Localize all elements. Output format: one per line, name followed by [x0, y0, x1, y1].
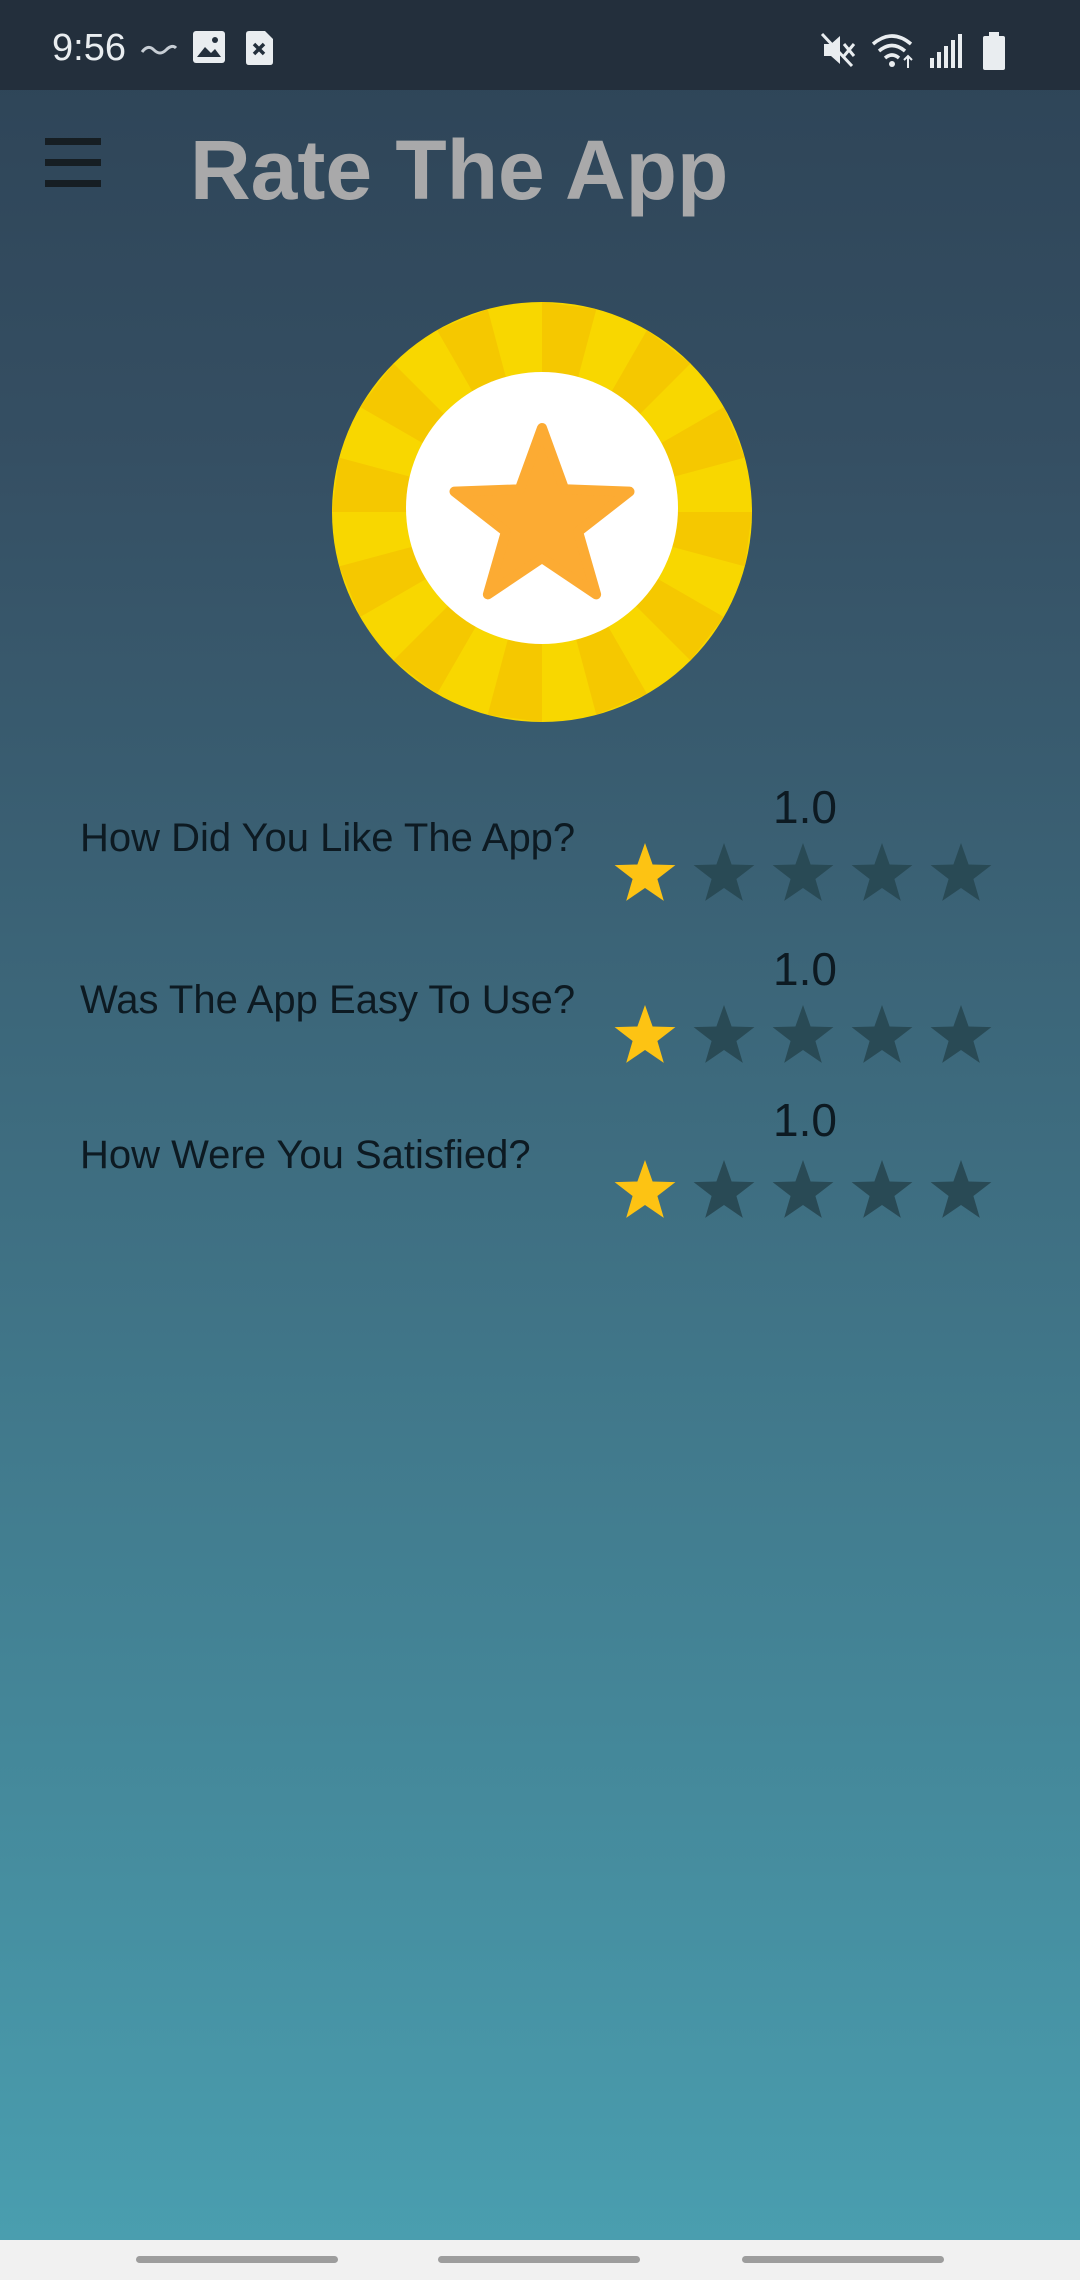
question-row-2: Was The App Easy To Use? 1.0 — [0, 930, 1080, 1080]
wave-icon — [140, 44, 178, 55]
star-rating[interactable] — [612, 840, 1002, 904]
nav-pill-center[interactable] — [438, 2256, 640, 2263]
question-row-3: How Were You Satisfied? 1.0 — [0, 1085, 1080, 1235]
star-badge-icon — [332, 302, 752, 722]
status-bar: 9:56 — [0, 0, 1080, 90]
question-label: How Were You Satisfied? — [80, 1133, 531, 1177]
menu-button[interactable] — [40, 130, 106, 196]
nav-pill-right[interactable] — [742, 2256, 944, 2263]
star-filled-icon[interactable] — [612, 1002, 678, 1066]
star-empty-icon[interactable] — [928, 1157, 994, 1221]
rating-value: 1.0 — [773, 781, 837, 833]
star-rating[interactable] — [612, 1157, 1002, 1221]
signal-icon — [930, 34, 962, 68]
star-empty-icon[interactable] — [691, 1002, 757, 1066]
star-filled-icon[interactable] — [612, 840, 678, 904]
rating-value: 1.0 — [773, 1094, 837, 1146]
star-empty-icon[interactable] — [849, 840, 915, 904]
wifi-icon — [871, 34, 913, 68]
star-filled-icon[interactable] — [612, 1157, 678, 1221]
question-row-1: How Did You Like The App? 1.0 — [0, 770, 1080, 920]
star-empty-icon[interactable] — [928, 840, 994, 904]
battery-icon — [983, 32, 1005, 70]
status-time: 9:56 — [52, 27, 126, 69]
star-empty-icon[interactable] — [928, 1002, 994, 1066]
star-empty-icon[interactable] — [691, 840, 757, 904]
image-icon — [193, 31, 225, 63]
status-right-icons — [820, 0, 1080, 90]
navigation-bar — [0, 2240, 1080, 2280]
menu-icon — [45, 138, 101, 187]
question-label: Was The App Easy To Use? — [80, 978, 576, 1022]
star-empty-icon[interactable] — [770, 1002, 836, 1066]
hero-badge — [330, 300, 754, 724]
star-empty-icon[interactable] — [849, 1157, 915, 1221]
star-empty-icon[interactable] — [849, 1002, 915, 1066]
star-empty-icon[interactable] — [691, 1157, 757, 1221]
star-empty-icon[interactable] — [770, 840, 836, 904]
page-title: Rate The App — [190, 123, 729, 217]
star-empty-icon[interactable] — [770, 1157, 836, 1221]
star-rating[interactable] — [612, 1002, 1002, 1066]
app-bar: Rate The App — [0, 90, 1080, 240]
question-label: How Did You Like The App? — [80, 816, 576, 860]
close-box-icon — [246, 31, 273, 65]
rating-value: 1.0 — [773, 943, 837, 995]
mute-icon — [820, 32, 856, 68]
nav-pill-left[interactable] — [136, 2256, 338, 2263]
